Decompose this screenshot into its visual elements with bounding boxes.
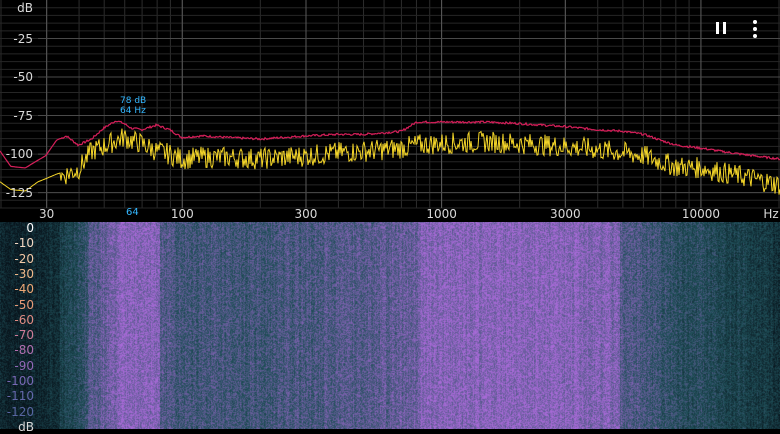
spectrogram-waterfall[interactable]	[0, 222, 780, 429]
peak-axis-marker: 64	[126, 207, 139, 218]
spectrum-plot[interactable]	[0, 0, 780, 222]
spectrogram-db-tick: -110	[6, 389, 34, 404]
x-tick-label: 10000	[681, 207, 721, 221]
spectrogram-db-tick: -100	[6, 374, 34, 388]
spectrum-analyzer-app: dB -25 -50 -75 -100 -125 30 100 300 1000 3000 1000…	[0, 0, 780, 433]
peak-frequency-label: 64 Hz	[120, 106, 146, 117]
spectrogram-db-tick: -40	[14, 282, 34, 297]
x-tick-label: 3000	[550, 207, 581, 221]
spectrogram-db-tick: -50	[14, 297, 34, 312]
pause-button[interactable]	[712, 20, 730, 38]
x-tick-label: Hz	[763, 207, 779, 221]
y-tick-label: -75	[13, 108, 33, 123]
spectrogram-db-tick: -60	[14, 312, 34, 327]
y-tick-label: -100	[5, 147, 33, 162]
spectrogram-db-tick: -90	[14, 358, 34, 373]
spectrogram-db-tick: -20	[14, 251, 34, 266]
x-tick-label: 1000	[426, 207, 457, 221]
spectrogram-db-tick: -80	[14, 343, 34, 358]
spectrogram-db-tick: -120	[6, 404, 34, 419]
y-tick-label: dB	[17, 1, 33, 15]
spectrogram-db-tick: -10	[14, 236, 34, 251]
y-tick-label: -125	[5, 185, 33, 200]
y-tick-label: -25	[13, 31, 33, 46]
x-tick-label: 300	[294, 207, 318, 221]
more-options-button[interactable]	[748, 19, 762, 39]
spectrogram-db-tick: -70	[14, 328, 34, 343]
spectrogram-db-tick: dB	[18, 419, 34, 434]
spectrogram-db-tick: -30	[14, 266, 34, 281]
peak-db-label: 78 dB	[120, 96, 147, 107]
spectrogram-db-tick: 0	[26, 221, 34, 235]
x-tick-label: 30	[39, 207, 55, 221]
y-tick-label: -50	[13, 70, 33, 85]
x-tick-label: 100	[170, 207, 194, 221]
